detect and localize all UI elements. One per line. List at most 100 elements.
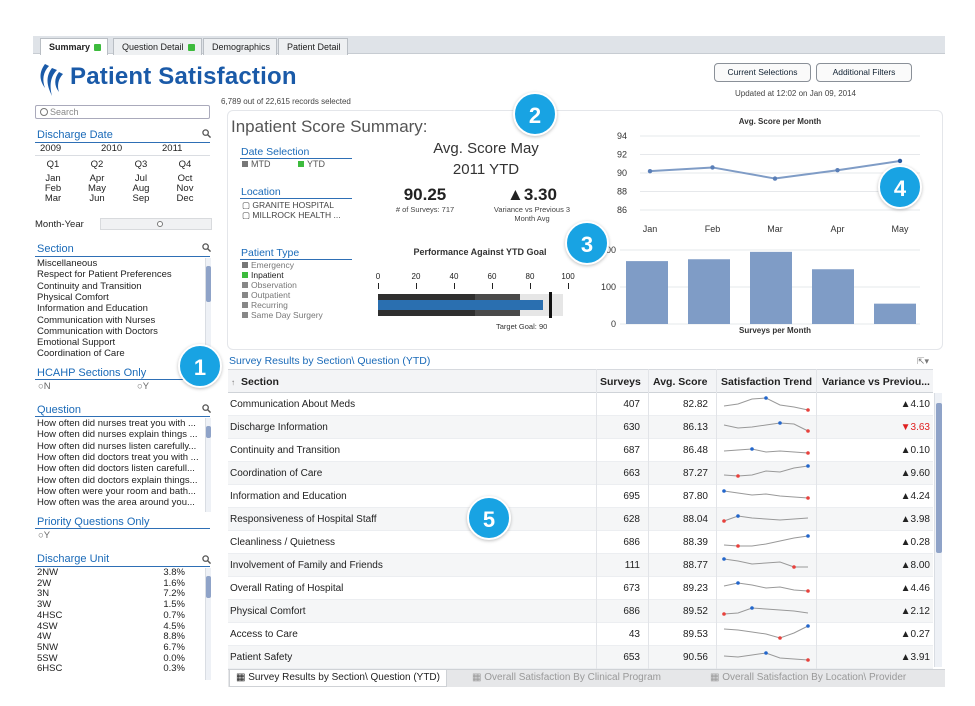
export-menu-icon[interactable]: ⇱▾ [917, 356, 929, 367]
patient-type-option[interactable]: Same Day Surgery [242, 310, 323, 320]
unit-name[interactable]: 4HSC [37, 610, 62, 621]
section-item[interactable]: Communication with Nurses [37, 315, 203, 326]
question-item[interactable]: How often did nurses listen carefully... [37, 441, 203, 452]
scroll-thumb[interactable] [206, 266, 211, 302]
high-point-marker [750, 447, 754, 451]
month-option[interactable]: Sep [126, 194, 156, 204]
tab-patient-detail[interactable]: Patient Detail [278, 38, 348, 55]
month-option[interactable]: Jun [82, 194, 112, 204]
question-scrollbar[interactable] [205, 418, 211, 512]
month-option[interactable]: Mar [38, 194, 68, 204]
search-icon[interactable] [202, 129, 211, 138]
search-icon[interactable] [202, 243, 211, 252]
date-selection-title: Date Selection [241, 146, 310, 158]
scroll-thumb[interactable] [206, 576, 211, 598]
col-header-avg-score[interactable]: Avg. Score [653, 376, 707, 388]
unit-name[interactable]: 3N [37, 589, 49, 599]
hcahp-option-n[interactable]: ○N [38, 381, 51, 392]
sort-ascending-icon[interactable]: ↑ [231, 378, 235, 387]
additional-filters-button[interactable]: Additional Filters [816, 63, 912, 82]
patient-type-option[interactable]: Emergency [242, 260, 294, 270]
section-item[interactable]: Continuity and Transition [37, 281, 203, 292]
question-item[interactable]: How often did doctors explain things... [37, 475, 203, 486]
surveys-count: # of Surveys: 717 [395, 205, 455, 214]
tab-demographics[interactable]: Demographics [203, 38, 278, 55]
search-icon[interactable] [202, 404, 211, 413]
tab-clinical-program[interactable]: ▦ Overall Satisfaction By Clinical Progr… [466, 670, 667, 687]
search-input[interactable]: Search [35, 105, 210, 119]
scroll-thumb[interactable] [206, 426, 211, 438]
section-item[interactable]: Information and Education [37, 303, 203, 314]
quarter-option[interactable]: Q3 [126, 159, 156, 170]
question-item[interactable]: How often did doctors listen carefull... [37, 463, 203, 474]
unit-name[interactable]: 5SW [37, 653, 58, 664]
table-row[interactable] [228, 462, 933, 485]
patient-type-option[interactable]: Recurring [242, 300, 288, 310]
tab-location-provider[interactable]: ▦ Overall Satisfaction By Location\ Prov… [704, 670, 912, 687]
col-header-section[interactable]: Section [241, 376, 279, 388]
question-item[interactable]: How often was the area around you... [37, 497, 203, 508]
cell-variance: ▲4.24 [900, 491, 930, 502]
tab-question-detail[interactable]: Question Detail [113, 38, 202, 55]
tab-summary[interactable]: Summary [40, 38, 109, 55]
patient-type-option[interactable]: Inpatient [242, 270, 284, 280]
date-option-mtd[interactable]: MTD [242, 159, 271, 169]
unit-name[interactable]: 5NW [37, 642, 58, 653]
location-option[interactable]: ▢ GRANITE HOSPITAL [242, 200, 352, 210]
sparkline-path [723, 465, 809, 477]
unit-name[interactable]: 3W [37, 600, 51, 610]
table-row[interactable] [228, 623, 933, 646]
date-option-ytd[interactable]: YTD [298, 159, 325, 169]
month-year-slider[interactable] [100, 218, 212, 230]
unit-name[interactable]: 4SW [37, 621, 58, 632]
search-icon[interactable] [202, 555, 211, 564]
quarter-option[interactable]: Q2 [82, 159, 112, 170]
table-scrollbar[interactable] [934, 393, 942, 667]
tab-label: Question Detail [122, 42, 184, 52]
unit-name[interactable]: 6HSC [37, 664, 62, 674]
col-header-satisfaction-trend[interactable]: Satisfaction Trend [721, 376, 812, 388]
year-option[interactable]: 2010 [101, 143, 151, 154]
question-item[interactable]: How often were your room and bath... [37, 486, 203, 497]
section-item[interactable]: Coordination of Care [37, 348, 203, 359]
col-header-variance[interactable]: Variance vs Previou... [822, 376, 930, 388]
data-point [772, 176, 778, 181]
hcahp-option-y[interactable]: ○Y [137, 381, 149, 392]
section-item[interactable]: Respect for Patient Preferences [37, 269, 203, 280]
col-header-surveys[interactable]: Surveys [600, 376, 641, 388]
dashboard-window: Summary Question Detail Demographics Pat… [0, 0, 975, 706]
section-item[interactable]: Miscellaneous [37, 258, 203, 269]
table-row[interactable] [228, 416, 933, 439]
section-item[interactable]: Emotional Support [37, 337, 203, 348]
current-selections-button[interactable]: Current Selections [714, 63, 811, 82]
priority-option-y[interactable]: ○Y [38, 530, 50, 541]
trend-sparkline [723, 396, 810, 412]
question-item[interactable]: How often did nurses treat you with ... [37, 418, 203, 429]
year-option[interactable]: 2011 [162, 143, 212, 154]
patient-type-option[interactable]: Outpatient [242, 290, 290, 300]
unit-percent: 0.0% [163, 652, 185, 664]
unit-name[interactable]: 4W [37, 632, 51, 642]
question-item[interactable]: How often did nurses explain things ... [37, 429, 203, 440]
tab-survey-results[interactable]: ▦ Survey Results by Section\ Question (Y… [229, 670, 447, 687]
table-row[interactable] [228, 600, 933, 623]
scroll-thumb[interactable] [936, 403, 942, 553]
unit-name[interactable]: 2NW [37, 568, 58, 578]
y-tick-label: 0 [611, 319, 616, 329]
section-item[interactable]: Physical Comfort [37, 292, 203, 303]
patient-type-label: Inpatient [251, 270, 284, 280]
month-option[interactable]: Dec [170, 194, 200, 204]
location-option[interactable]: ▢ MILLROCK HEALTH ... [242, 210, 352, 220]
slider-handle[interactable] [157, 221, 163, 227]
unit-name[interactable]: 2W [37, 578, 51, 589]
section-item[interactable]: Communication with Doctors [37, 326, 203, 337]
table-row[interactable] [228, 646, 933, 669]
unit-percent: 0.7% [163, 609, 185, 621]
year-option[interactable]: 2009 [40, 143, 90, 154]
quarter-option[interactable]: Q4 [170, 159, 200, 170]
question-item[interactable]: How often did doctors treat you with ... [37, 452, 203, 463]
patient-type-option[interactable]: Observation [242, 280, 297, 290]
quarter-option[interactable]: Q1 [38, 159, 68, 170]
unit-scrollbar[interactable] [205, 568, 211, 680]
cell-variance: ▲3.98 [900, 514, 930, 525]
